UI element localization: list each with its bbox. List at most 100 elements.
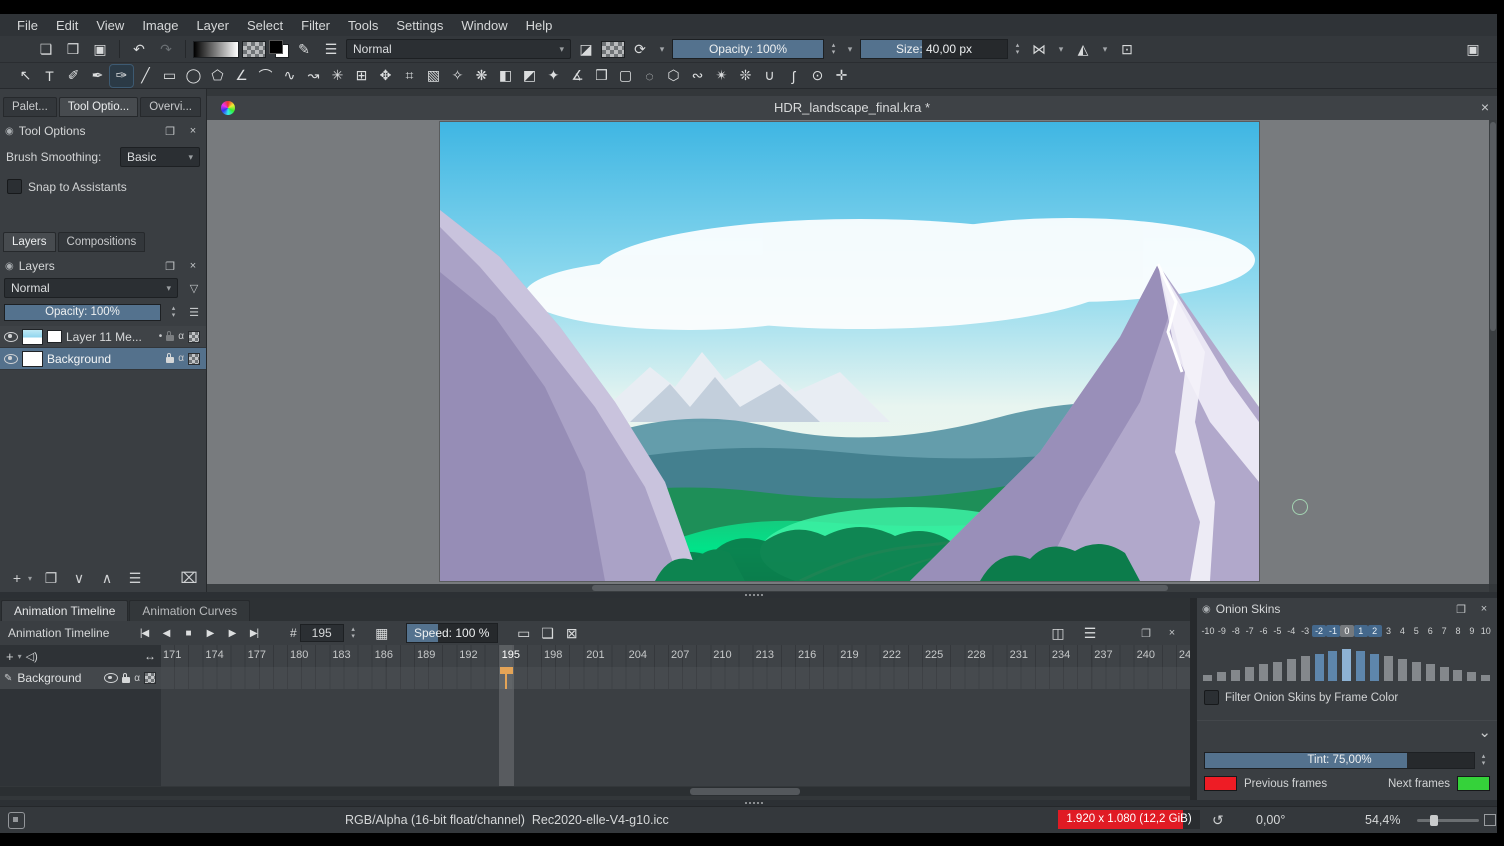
- frame-label[interactable]: 24: [1179, 649, 1190, 661]
- calligraphy-tool[interactable]: ✒: [86, 65, 109, 87]
- frame-label[interactable]: 219: [840, 649, 858, 661]
- menu-settings[interactable]: Settings: [387, 18, 452, 33]
- menu-layer[interactable]: Layer: [187, 18, 238, 33]
- frame-label[interactable]: 198: [544, 649, 562, 661]
- stop-button[interactable]: ■: [178, 623, 198, 643]
- freehand-selection-tool[interactable]: ∾: [686, 65, 709, 87]
- frame-spinner[interactable]: ▴ ▾: [347, 623, 360, 643]
- frame-ruler[interactable]: 1711741771801831861891921951982012042072…: [161, 645, 1190, 667]
- pattern-chooser[interactable]: [242, 41, 266, 58]
- tint-slider[interactable]: Tint: 75,00%: [1204, 752, 1475, 769]
- onion-skin-icon[interactable]: [144, 672, 156, 684]
- layer-row-layer11[interactable]: Layer 11 Me... • α: [0, 326, 206, 348]
- freehand-brush-tool[interactable]: ✑: [110, 65, 133, 87]
- timeline-tracks-area[interactable]: [0, 689, 1190, 786]
- rectangle-tool[interactable]: ▭: [158, 65, 181, 87]
- onion-offset-2[interactable]: 2: [1368, 625, 1382, 637]
- close-docker-button[interactable]: ×: [185, 125, 201, 137]
- onion-opacity-bar[interactable]: [1201, 641, 1215, 681]
- contiguous-selection-tool[interactable]: ✴: [710, 65, 733, 87]
- onion-offset--2[interactable]: -2: [1312, 625, 1326, 637]
- mirror-horizontal-button[interactable]: ⋈: [1027, 38, 1051, 60]
- spin-down-icon[interactable]: ▾: [347, 633, 360, 640]
- create-duplicate-frame-button[interactable]: ❑: [536, 622, 560, 644]
- onion-offset-4[interactable]: 4: [1395, 625, 1409, 637]
- layer-options-button[interactable]: ☰: [186, 306, 202, 319]
- menu-file[interactable]: File: [8, 18, 47, 33]
- frame-label[interactable]: 231: [1010, 649, 1028, 661]
- frame-label[interactable]: 177: [248, 649, 266, 661]
- tint-spinner[interactable]: ▴ ▾: [1477, 750, 1490, 770]
- assistants-tool[interactable]: ✦: [542, 65, 565, 87]
- onion-collapse-bar[interactable]: ⌄: [1197, 720, 1497, 743]
- canvas-viewport[interactable]: [207, 120, 1489, 584]
- mirror-vertical-button[interactable]: ◭: [1071, 38, 1095, 60]
- frame-label[interactable]: 204: [629, 649, 647, 661]
- onion-opacity-bar[interactable]: [1243, 641, 1257, 681]
- spin-down-icon[interactable]: ▾: [167, 312, 180, 319]
- canvas-vertical-scrollbar[interactable]: [1489, 120, 1497, 584]
- timeline-zoom-button[interactable]: ↔: [144, 649, 156, 663]
- current-frame-spinbox[interactable]: # 195 ▴ ▾: [290, 623, 360, 643]
- delete-layer-button[interactable]: ⌧: [180, 569, 198, 587]
- frame-label[interactable]: 192: [459, 649, 477, 661]
- onion-opacity-bar[interactable]: [1257, 641, 1271, 681]
- next-frame-button[interactable]: ▶: [222, 623, 242, 643]
- opacity-spinner[interactable]: ▴ ▾: [827, 39, 840, 59]
- edit-brush-settings-button[interactable]: ☰: [319, 38, 343, 60]
- inherit-alpha-icon[interactable]: [188, 353, 200, 365]
- onion-opacity-bar[interactable]: [1298, 641, 1312, 681]
- fit-to-view-button[interactable]: [1484, 814, 1496, 826]
- gradient-tool[interactable]: ▧: [422, 65, 445, 87]
- chevron-down-icon[interactable]: ⌄: [1478, 723, 1491, 741]
- text-tool[interactable]: T: [38, 65, 61, 87]
- onion-offset-6[interactable]: 6: [1423, 625, 1437, 637]
- onion-skins-toggle[interactable]: ◫: [1046, 622, 1070, 644]
- opacity-slider[interactable]: Opacity: 100%: [672, 39, 824, 59]
- alpha-icon[interactable]: α: [178, 353, 184, 364]
- spin-up-icon[interactable]: ▴: [1011, 42, 1024, 49]
- eraser-mode-button[interactable]: ◪: [574, 38, 598, 60]
- onion-offset--9[interactable]: -9: [1215, 625, 1229, 637]
- move-layer-down-button[interactable]: ∨: [70, 570, 88, 587]
- spin-up-icon[interactable]: ▴: [1477, 753, 1490, 760]
- visibility-eye-icon[interactable]: [104, 673, 118, 683]
- enclose-fill-tool[interactable]: ◩: [518, 65, 541, 87]
- frame-label[interactable]: 222: [883, 649, 901, 661]
- timeline-layer-label[interactable]: ✎ Background α: [0, 667, 161, 689]
- bezier-selection-tool[interactable]: ʃ: [782, 65, 805, 87]
- blending-mode-select[interactable]: Normal ▾: [346, 39, 571, 59]
- lock-icon[interactable]: [166, 357, 174, 363]
- canvas-artwork[interactable]: [440, 122, 1259, 581]
- frame-label[interactable]: 228: [967, 649, 985, 661]
- move-layer-up-button[interactable]: ∧: [98, 570, 116, 587]
- frame-label[interactable]: 216: [798, 649, 816, 661]
- transform-tool[interactable]: ⊞: [350, 65, 373, 87]
- play-button[interactable]: ▶: [200, 623, 220, 643]
- line-tool[interactable]: ╱: [134, 65, 157, 87]
- onion-offset-8[interactable]: 8: [1451, 625, 1465, 637]
- reload-preset-button[interactable]: ⟳: [628, 38, 652, 60]
- spin-down-icon[interactable]: ▾: [1011, 49, 1024, 56]
- onion-opacity-bar[interactable]: [1326, 641, 1340, 681]
- onion-opacity-bar[interactable]: [1229, 641, 1243, 681]
- spin-down-icon[interactable]: ▾: [1477, 760, 1490, 767]
- skip-to-end-button[interactable]: ▶|: [244, 623, 264, 643]
- visibility-eye-icon[interactable]: [4, 332, 18, 342]
- trim-canvas-button[interactable]: ⊡: [1115, 38, 1139, 60]
- canvas-horizontal-scrollbar[interactable]: [207, 584, 1489, 592]
- layer-blending-mode-select[interactable]: Normal ▾: [4, 278, 178, 298]
- timeline-menu-button[interactable]: ☰: [1078, 622, 1102, 644]
- float-docker-button[interactable]: ❐: [162, 260, 178, 273]
- onion-offset-3[interactable]: 3: [1382, 625, 1396, 637]
- frame-label[interactable]: 180: [290, 649, 308, 661]
- size-spinner[interactable]: ▴ ▾: [1011, 39, 1024, 59]
- alpha-icon[interactable]: α: [178, 331, 184, 342]
- pan-tool[interactable]: ✛: [830, 65, 853, 87]
- multibrush-tool[interactable]: ✳: [326, 65, 349, 87]
- add-layer-button[interactable]: +: [8, 570, 26, 586]
- spin-up-icon[interactable]: ▴: [827, 42, 840, 49]
- gradient-chooser[interactable]: [193, 41, 239, 58]
- onion-opacity-bar[interactable]: [1312, 641, 1326, 681]
- audio-volume-button[interactable]: ◁): [26, 650, 38, 663]
